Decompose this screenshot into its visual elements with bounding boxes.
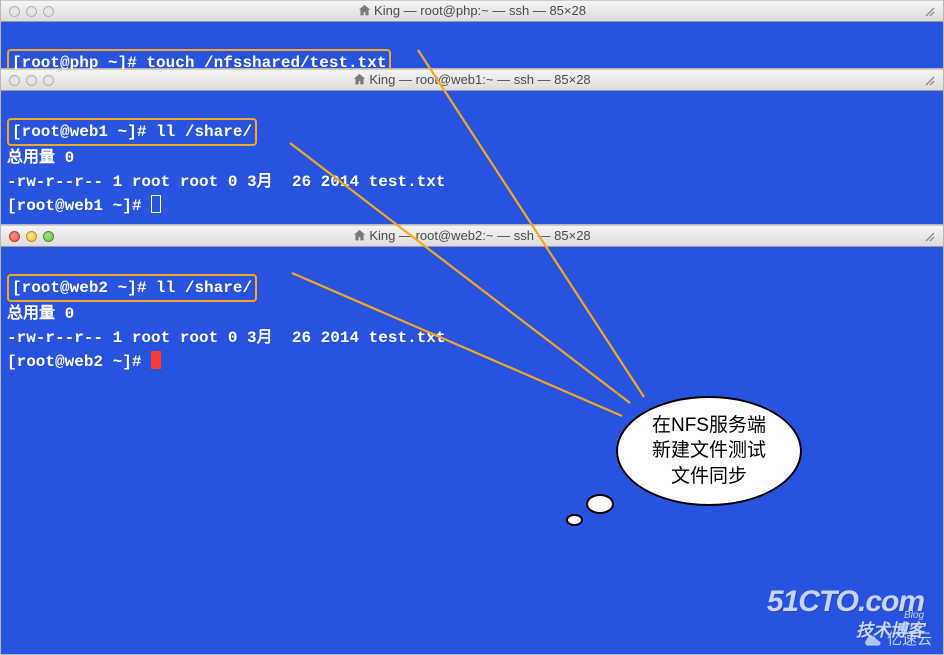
window-titlebar-web1[interactable]: King — root@web1:~ — ssh — 85×28 xyxy=(1,69,943,91)
bubble-tail-icon xyxy=(566,514,583,526)
file-listing: -rw-r--r-- 1 root root 0 3月 26 2014 test… xyxy=(7,173,445,191)
total-line: 总用量 0 xyxy=(7,305,74,323)
home-icon xyxy=(353,73,366,86)
file-listing: -rw-r--r-- 1 root root 0 3月 26 2014 test… xyxy=(7,329,445,347)
highlighted-command-web1: [root@web1 ~]# ll /share/ xyxy=(7,118,257,146)
zoom-icon[interactable] xyxy=(43,6,54,17)
resize-icon[interactable] xyxy=(923,5,937,19)
minimize-icon[interactable] xyxy=(26,6,37,17)
home-icon xyxy=(358,4,371,17)
zoom-icon[interactable] xyxy=(43,75,54,86)
terminal-window-php: King — root@php:~ — ssh — 85×28 [root@ph… xyxy=(0,0,944,69)
window-buttons[interactable] xyxy=(9,6,54,17)
window-buttons[interactable] xyxy=(9,231,54,242)
watermark-footer: 亿速云 xyxy=(863,628,932,649)
watermark-site: 51CTO.com xyxy=(767,585,924,619)
annotation-text: 在NFS服务端 新建文件测试 文件同步 xyxy=(652,413,766,490)
zoom-icon[interactable] xyxy=(43,231,54,242)
total-line: 总用量 0 xyxy=(7,149,74,167)
bubble-tail-icon xyxy=(586,494,614,514)
command-text: ll /share/ xyxy=(156,279,252,297)
cursor-icon xyxy=(151,351,161,369)
cloud-icon xyxy=(863,632,883,646)
resize-icon[interactable] xyxy=(923,230,937,244)
window-title: King — root@web2:~ — ssh — 85×28 xyxy=(1,225,943,247)
resize-icon[interactable] xyxy=(923,74,937,88)
window-titlebar-web2[interactable]: King — root@web2:~ — ssh — 85×28 xyxy=(1,225,943,247)
terminal-output-php[interactable]: [root@php ~]# touch /nfsshared/test.txt … xyxy=(1,22,943,68)
window-title: King — root@php:~ — ssh — 85×28 xyxy=(1,0,943,22)
prompt: [root@web1 ~]# xyxy=(7,197,151,215)
close-icon[interactable] xyxy=(9,231,20,242)
command-text: ll /share/ xyxy=(156,123,252,141)
close-icon[interactable] xyxy=(9,6,20,17)
home-icon xyxy=(353,229,366,242)
terminal-output-web1[interactable]: [root@web1 ~]# ll /share/ 总用量 0 -rw-r--r… xyxy=(1,91,943,224)
annotation-bubble: 在NFS服务端 新建文件测试 文件同步 xyxy=(616,396,802,506)
close-icon[interactable] xyxy=(9,75,20,86)
minimize-icon[interactable] xyxy=(26,75,37,86)
window-title: King — root@web1:~ — ssh — 85×28 xyxy=(1,69,943,91)
terminal-window-web1: King — root@web1:~ — ssh — 85×28 [root@w… xyxy=(0,69,944,225)
watermark-brand: 亿速云 xyxy=(887,628,932,649)
minimize-icon[interactable] xyxy=(26,231,37,242)
highlighted-command-web2: [root@web2 ~]# ll /share/ xyxy=(7,274,257,302)
window-buttons[interactable] xyxy=(9,75,54,86)
prompt: [root@web2 ~]# xyxy=(7,353,151,371)
cursor-icon xyxy=(151,195,161,213)
window-titlebar-php[interactable]: King — root@php:~ — ssh — 85×28 xyxy=(1,0,943,22)
